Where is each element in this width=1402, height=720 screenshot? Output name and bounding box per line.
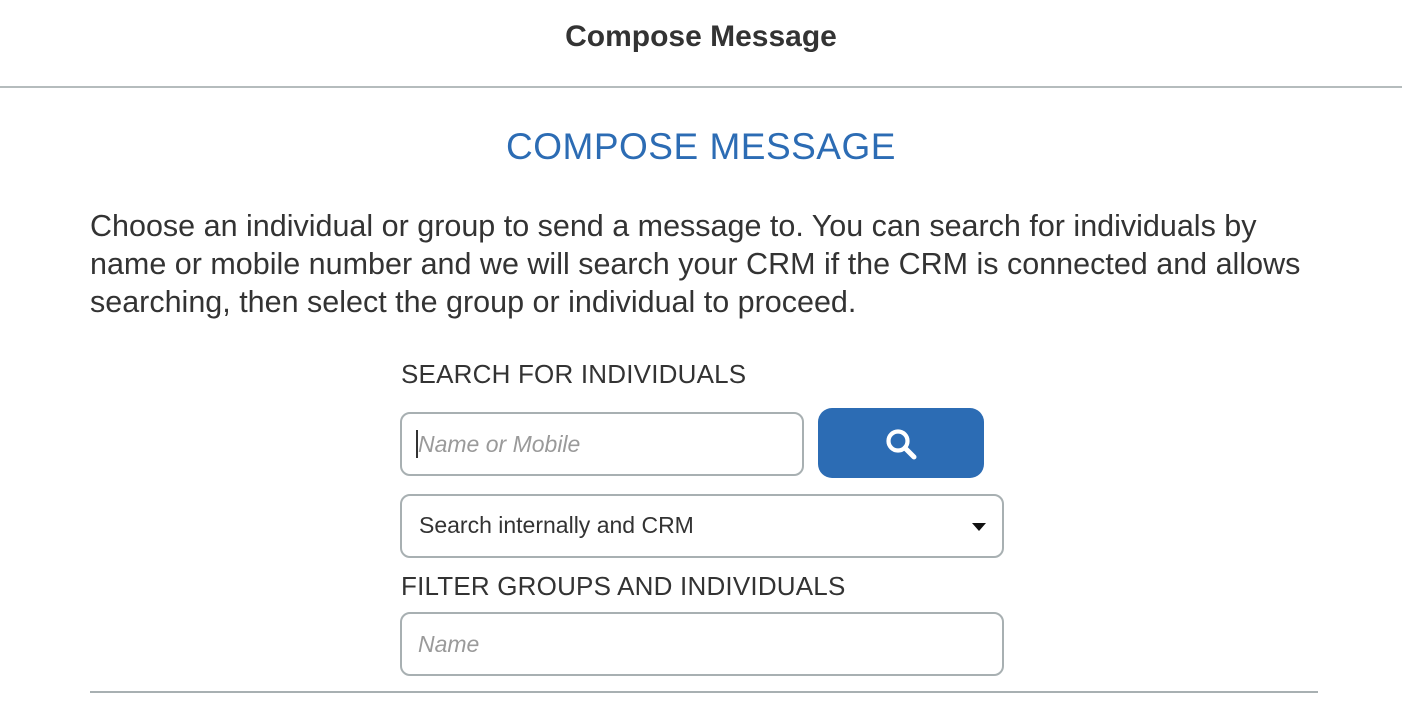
search-input[interactable] [400,412,804,476]
caret-down-icon [972,523,986,531]
search-scope-value: Search internally and CRM [419,512,694,538]
text-cursor [416,430,418,458]
divider [90,691,1318,693]
intro-text: Choose an individual or group to send a … [90,209,1301,319]
search-scope-select[interactable]: Search internally and CRM [400,494,1004,558]
top-bar: Compose Message [0,0,1402,88]
search-icon [886,429,917,460]
page-title: Compose Message [565,20,837,53]
filter-input[interactable] [400,612,1004,676]
filter-label: FILTER GROUPS AND INDIVIDUALS [401,571,846,601]
search-label: SEARCH FOR INDIVIDUALS [401,359,747,389]
search-button[interactable] [818,408,984,478]
section-heading: COMPOSE MESSAGE [506,126,896,167]
